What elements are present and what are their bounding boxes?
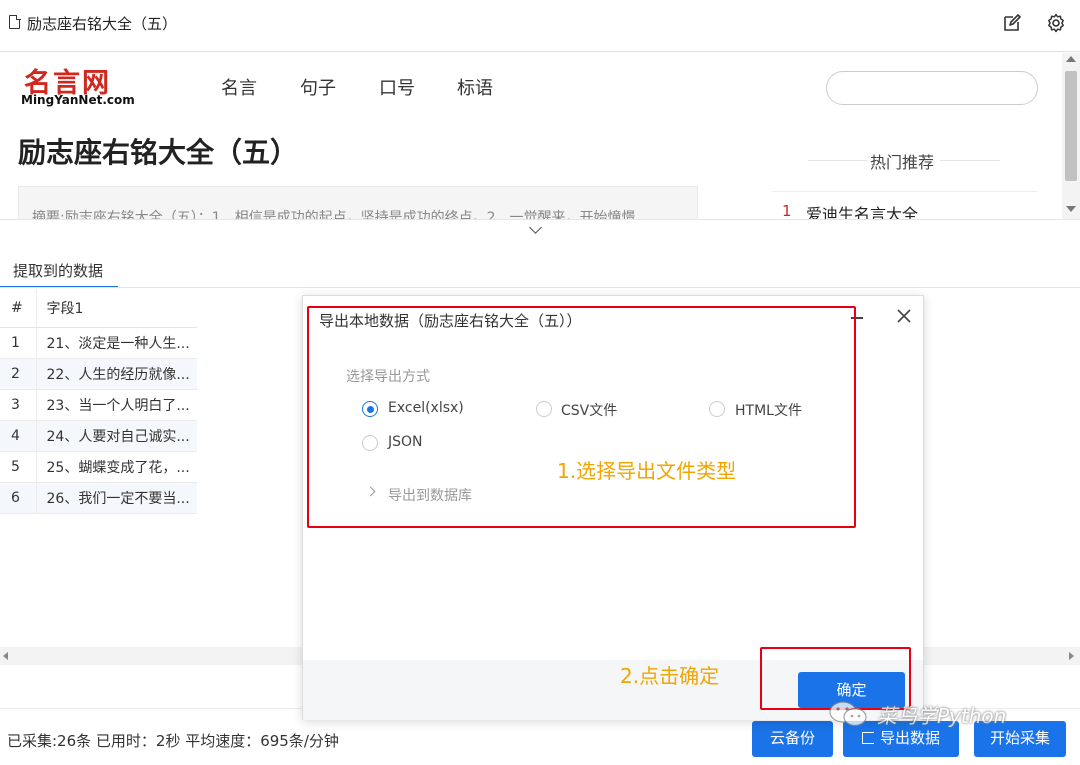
table-row[interactable]: 3 23、当一个人明白了... (0, 389, 197, 421)
table-row[interactable]: 6 26、我们一定不要当... (0, 482, 197, 514)
column-header-index[interactable]: # (0, 289, 37, 328)
scroll-up-arrow-icon[interactable] (1066, 56, 1076, 62)
row-field1: 25、蝴蝶变成了花，... (36, 451, 197, 483)
row-field1: 24、人要对自己诚实... (36, 420, 197, 452)
summary-box: 摘要:励志座右铭大全（五）：1、相信是成功的起点，坚持是成功的终点。2、一觉醒来… (18, 186, 698, 219)
export-data-label: 导出数据 (879, 730, 940, 747)
export-icon (861, 732, 874, 744)
scroll-down-arrow-icon[interactable] (1066, 206, 1076, 212)
hot-item-number: 1 (782, 202, 792, 219)
cloud-backup-button[interactable]: 云备份 (752, 721, 833, 757)
web-vertical-scrollbar[interactable] (1062, 53, 1080, 219)
site-search-input[interactable] (826, 71, 1038, 105)
table-row[interactable]: 1 21、淡定是一种人生... (0, 327, 197, 359)
tab-label: 提取到的数据 (13, 262, 104, 280)
article-title: 励志座右铭大全（五） (18, 136, 299, 169)
window-title: 励志座右铭大全（五） (27, 15, 178, 33)
nav-item-sentences[interactable]: 句子 (300, 74, 336, 100)
collect-status: 已采集:26条 已用时：2秒 平均速度：695条/分钟 (7, 732, 339, 750)
data-table: # 字段1 1 21、淡定是一种人生... 2 22、人生的经历就像... 3 … (0, 289, 197, 514)
chevron-down-icon[interactable] (529, 221, 542, 234)
row-index: 1 (0, 327, 37, 359)
tab-divider (0, 287, 1080, 288)
wechat-icon (829, 701, 867, 727)
annotation-step2: 2.点击确定 (620, 664, 720, 688)
document-icon (9, 14, 21, 29)
hot-title-line-right (940, 160, 1000, 161)
row-field1: 23、当一个人明白了... (36, 389, 197, 421)
summary-text: 摘要:励志座右铭大全（五）：1、相信是成功的起点，坚持是成功的终点。2、一觉醒来… (32, 210, 636, 219)
row-index: 2 (0, 358, 37, 390)
hot-recommend-title: 热门推荐 (870, 153, 935, 172)
top-bar: 励志座右铭大全（五） (0, 0, 1080, 52)
gear-icon[interactable] (1046, 13, 1066, 33)
close-icon[interactable] (895, 307, 913, 325)
row-index: 6 (0, 482, 37, 514)
table-row[interactable]: 2 22、人生的经历就像... (0, 358, 197, 390)
row-index: 3 (0, 389, 37, 421)
tab-extracted-data[interactable]: 提取到的数据 (0, 252, 118, 288)
nav-item-banners[interactable]: 标语 (457, 74, 493, 100)
column-header-field1[interactable]: 字段1 (36, 289, 197, 328)
site-logo-subtitle: MingYanNet.com (21, 93, 135, 107)
table-row[interactable]: 5 25、蝴蝶变成了花，... (0, 451, 197, 483)
scroll-thumb[interactable] (1065, 71, 1077, 181)
table-header-row: # 字段1 (0, 289, 197, 328)
nav-item-quotes[interactable]: 名言 (221, 74, 257, 100)
nav-item-slogans[interactable]: 口号 (379, 74, 415, 100)
row-field1: 22、人生的经历就像... (36, 358, 197, 390)
scroll-right-arrow-icon[interactable] (1069, 652, 1074, 660)
table-row[interactable]: 4 24、人要对自己诚实... (0, 420, 197, 452)
edit-icon[interactable] (1002, 13, 1022, 33)
collapse-bar[interactable] (0, 219, 1080, 243)
hot-title-line-left (808, 160, 868, 161)
row-field1: 26、我们一定不要当... (36, 482, 197, 514)
hot-divider (772, 191, 1037, 192)
row-index: 4 (0, 420, 37, 452)
hot-item-link[interactable]: 爱迪生名言大全 (806, 201, 918, 219)
row-field1: 21、淡定是一种人生... (36, 327, 197, 359)
web-preview[interactable]: 名言网 MingYanNet.com 名言 句子 口号 标语 励志座右铭大全（五… (0, 53, 1062, 219)
annotation-step1: 1.选择导出文件类型 (557, 459, 737, 483)
annotation-box-step1 (307, 306, 856, 528)
row-index: 5 (0, 451, 37, 483)
watermark-text: 菜鸟学Python (877, 704, 1007, 728)
scroll-left-arrow-icon[interactable] (3, 652, 8, 660)
